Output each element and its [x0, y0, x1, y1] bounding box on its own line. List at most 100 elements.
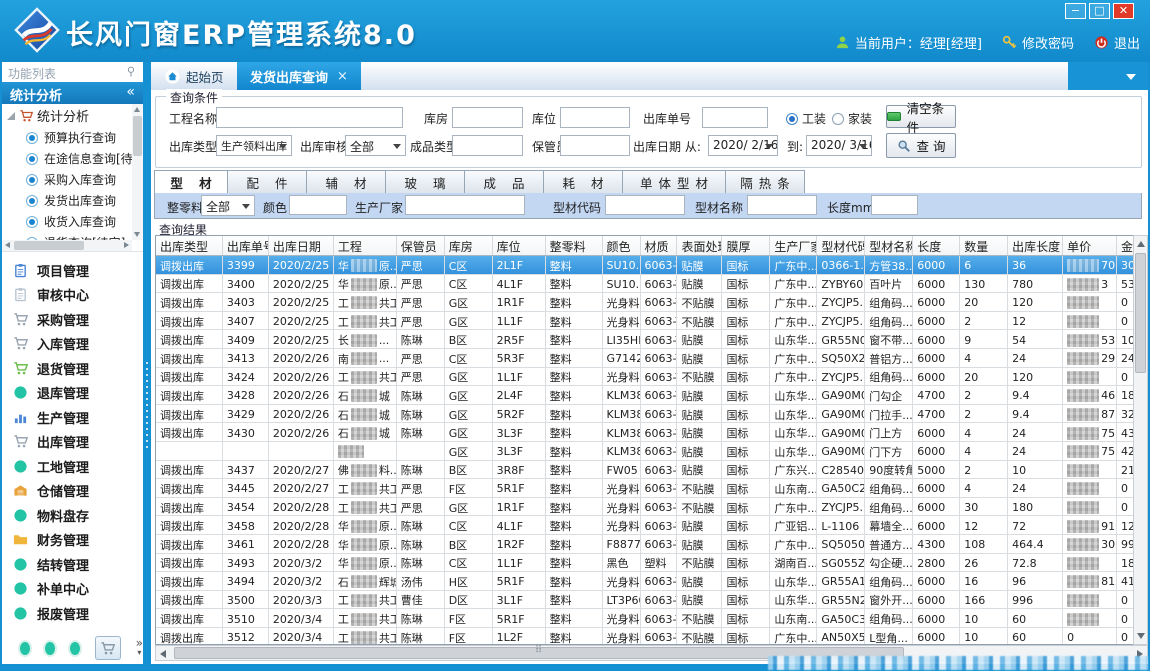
tab-close-icon[interactable]: × — [337, 69, 348, 84]
material-tab[interactable]: 辅 材 — [307, 170, 386, 194]
clear-conditions-button[interactable]: 清空条件 — [886, 105, 956, 128]
date-to-picker[interactable]: 2020/ 3/16 — [806, 135, 872, 156]
sidebar-menu-item[interactable]: 入库管理 — [2, 332, 143, 357]
material-tab[interactable]: 型 材 — [154, 170, 228, 194]
table-row[interactable]: 调拨出库34942020/3/2石辉城汤伟H区5R1F整料光身料6063-T5贴… — [156, 572, 1133, 591]
maximize-button[interactable]: □ — [1089, 3, 1110, 19]
change-password[interactable]: 修改密码 — [1002, 33, 1074, 52]
table-row[interactable]: G区3L3F整料KLM38176063-T5贴膜国标山东华...GA90M09.… — [156, 442, 1133, 461]
tab-list-dropdown-icon[interactable] — [1126, 74, 1136, 80]
sidebar-section-header[interactable]: 统计分析 « — [2, 82, 143, 104]
outbound-type-select[interactable]: 生产领料出库 — [216, 135, 292, 156]
sidebar-menu-item[interactable]: 报废管理 — [2, 601, 143, 626]
profile-name-input[interactable] — [747, 195, 817, 215]
column-header[interactable]: 出库长度 — [1008, 236, 1063, 255]
material-tab[interactable]: 配 件 — [228, 170, 307, 194]
table-row[interactable]: 调拨出库34242020/2/26工共工程严思G区1L1F整料光身料6063-T… — [156, 368, 1133, 387]
color-input[interactable] — [289, 195, 347, 215]
profile-code-input[interactable] — [605, 195, 685, 215]
table-row[interactable]: 调拨出库34092020/2/25长...陈琳B区2R5F整料LI35HD606… — [156, 330, 1133, 349]
column-header[interactable]: 整零料 — [546, 236, 603, 255]
location-input[interactable] — [560, 107, 630, 128]
column-header[interactable]: 出库日期 — [269, 236, 334, 255]
tree-vertical-scrollbar[interactable] — [132, 104, 143, 240]
pin-icon[interactable] — [125, 66, 137, 78]
sidebar-menu-item[interactable]: 项目管理 — [2, 258, 143, 283]
search-button[interactable]: 查 询 — [886, 133, 956, 158]
material-tab[interactable]: 隔热条 — [726, 170, 805, 194]
grid-vertical-scrollbar[interactable] — [1133, 235, 1148, 645]
table-row[interactable]: 调拨出库34072020/2/25工共工程严思G区1L1F整料光身料6063-T… — [156, 312, 1133, 331]
table-row[interactable]: 调拨出库34002020/2/25华原...严思C区4L1F整料SU10...6… — [156, 275, 1133, 294]
sidebar-menu-item[interactable]: 退库管理 — [2, 381, 143, 406]
sidebar-menu-item[interactable]: 物料盘存 — [2, 503, 143, 528]
sidebar-menu-item[interactable]: 财务管理 — [2, 528, 143, 553]
product-type-input[interactable] — [452, 135, 523, 156]
close-button[interactable]: ✕ — [1113, 3, 1134, 19]
column-header[interactable]: 工程 — [334, 236, 397, 255]
column-header[interactable]: 材质 — [641, 236, 678, 255]
column-header[interactable]: 金 — [1117, 236, 1133, 255]
sidebar-menu-item[interactable]: 采购管理 — [2, 307, 143, 332]
sidebar-menu-item[interactable]: 仓储管理 — [2, 479, 143, 504]
table-row[interactable]: 调拨出库33992020/2/25华原...严思C区2L1F整料SU10...6… — [156, 256, 1133, 275]
tree-item[interactable]: 预算执行查询 — [2, 127, 143, 148]
table-row[interactable]: 调拨出库35102020/3/4工共工程陈琳F区5R1F整料光身料6063-T5… — [156, 609, 1133, 628]
whole-part-select[interactable]: 全部 — [201, 195, 255, 216]
table-row[interactable]: 调拨出库35002020/3/3工共工程曹佳D区3L1F整料LT3P606063… — [156, 591, 1133, 610]
date-from-picker[interactable]: 2020/ 2/16 — [708, 135, 778, 156]
tree-item[interactable]: 在途信息查询[待 — [2, 148, 143, 169]
table-row[interactable]: 调拨出库34372020/2/27佛料...陈琳B区3R8F整料FW056063… — [156, 461, 1133, 480]
statistics-module-button[interactable] — [95, 636, 120, 660]
table-row[interactable]: 调拨出库34932020/3/2华原...陈琳C区1L1F整料黑色塑料不贴膜国标… — [156, 554, 1133, 573]
material-tab[interactable]: 单体型材 — [623, 170, 726, 194]
sidebar-menu-item[interactable]: 退货管理 — [2, 356, 143, 381]
circle-icon[interactable] — [70, 642, 80, 655]
column-header[interactable]: 生产厂家 — [770, 236, 817, 255]
table-row[interactable]: 调拨出库34582020/2/28华原...陈琳C区4L1F整料光身料6063-… — [156, 516, 1133, 535]
sidebar-menu-item[interactable]: 出库管理 — [2, 430, 143, 455]
more-button[interactable]: »▾ — [136, 639, 143, 657]
keeper-input[interactable] — [560, 135, 630, 156]
expander-icon[interactable] — [7, 112, 15, 120]
column-header[interactable]: 库位 — [493, 236, 546, 255]
column-header[interactable]: 数量 — [960, 236, 1008, 255]
column-header[interactable]: 长度 — [913, 236, 960, 255]
table-row[interactable]: 调拨出库34032020/2/25工共工程严思G区1R1F整料光身料6063-T… — [156, 293, 1133, 312]
table-row[interactable]: 调拨出库34282020/2/26石城陈琳G区2L4F整料KLM38176063… — [156, 386, 1133, 405]
circle-icon[interactable] — [45, 642, 55, 655]
minimize-button[interactable]: − — [1065, 3, 1086, 19]
tab-home[interactable]: 起始页 — [155, 64, 234, 89]
logout[interactable]: 退出 — [1094, 33, 1140, 52]
sidebar-menu-item[interactable]: 审核中心 — [2, 283, 143, 308]
tree-horizontal-scrollbar[interactable] — [2, 240, 132, 251]
table-row[interactable]: 调拨出库34302020/2/26石城陈琳G区3L3F整料KLM38176063… — [156, 423, 1133, 442]
table-row[interactable]: 调拨出库34542020/2/28工共工程严思G区1R1F整料光身料6063-T… — [156, 498, 1133, 517]
tree-item[interactable]: 发货出库查询 — [2, 190, 143, 211]
table-row[interactable]: 调拨出库35122020/3/4工共工程陈琳F区1L2F整料光身料6063-T5… — [156, 628, 1133, 645]
warehouse-input[interactable] — [452, 107, 523, 128]
tree-item[interactable]: 收货入库查询 — [2, 211, 143, 232]
project-name-input[interactable] — [216, 107, 403, 128]
column-header[interactable]: 膜厚 — [722, 236, 770, 255]
tab-shipment-query[interactable]: 发货出库查询 × — [237, 62, 361, 90]
sidebar-menu-item[interactable]: 结转管理 — [2, 552, 143, 577]
table-row[interactable]: 调拨出库34612020/2/28华原...陈琳B区1R2F整料F8877FT6… — [156, 535, 1133, 554]
radio-gongzhuang[interactable]: 工装 — [786, 110, 826, 127]
sidebar-menu-item[interactable]: 生产管理 — [2, 405, 143, 430]
audit-select[interactable]: 全部 — [345, 135, 406, 156]
table-row[interactable]: 调拨出库34452020/2/27工共工程严思F区5R1F整料光身料6063-T… — [156, 479, 1133, 498]
sidebar-menu-item[interactable]: 补单中心 — [2, 577, 143, 602]
column-header[interactable]: 库房 — [445, 236, 493, 255]
material-tab[interactable]: 耗 材 — [544, 170, 623, 194]
tree-root[interactable]: 统计分析 — [2, 104, 143, 127]
material-tab[interactable]: 成 品 — [465, 170, 544, 194]
column-header[interactable]: 出库单号 — [223, 236, 269, 255]
tree-item[interactable]: 采购入库查询 — [2, 169, 143, 190]
column-header[interactable]: 单价 — [1063, 236, 1117, 255]
length-input[interactable] — [871, 195, 918, 215]
sidebar-menu-item[interactable]: 工地管理 — [2, 454, 143, 479]
column-header[interactable]: 保管员 — [397, 236, 445, 255]
sidebar-splitter[interactable] — [143, 62, 151, 671]
column-header[interactable]: 型材代码 — [817, 236, 865, 255]
